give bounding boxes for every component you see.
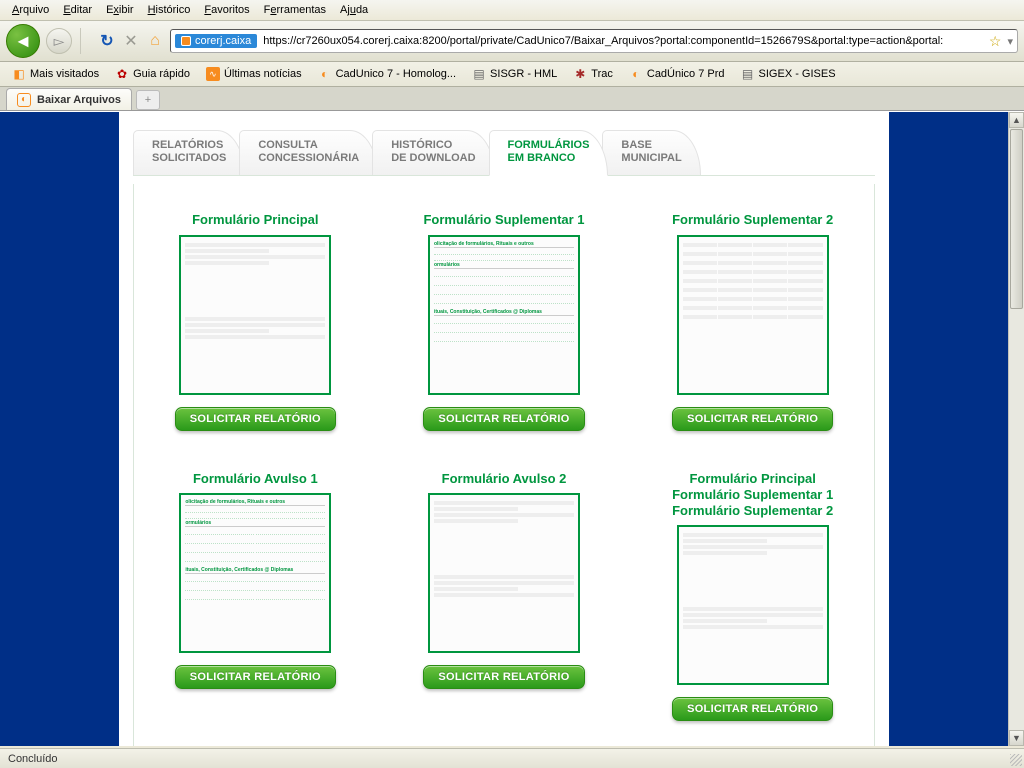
tab-formularios-em-branco[interactable]: FORMULÁRIOSEM BRANCO [489, 130, 609, 176]
menu-historico[interactable]: Histórico [142, 2, 197, 18]
vertical-scrollbar[interactable]: ▲ ▼ [1008, 112, 1024, 746]
card-title: Formulário Suplementar 2 [643, 212, 862, 228]
tab-favicon-icon: ◐ [17, 93, 31, 107]
card-title: Formulário Principal Formulário Suplemen… [643, 471, 862, 520]
card-title: Formulário Suplementar 1 [395, 212, 614, 228]
tab-base-municipal[interactable]: BASEMUNICIPAL [602, 130, 700, 175]
page-viewport: RELATÓRIOSSOLICITADOS CONSULTACONCESSION… [0, 111, 1024, 746]
stop-button[interactable]: ✕ [122, 32, 140, 50]
status-text: Concluído [8, 753, 58, 765]
bookmark-sisgr[interactable]: ▤SISGR - HML [466, 65, 563, 83]
bookmark-cadunico-prd[interactable]: ◐CadÚnico 7 Prd [623, 65, 731, 83]
bookmark-sigex[interactable]: ▤SIGEX - GISES [735, 65, 842, 83]
solicitar-relatorio-button[interactable]: SOLICITAR RELATÓRIO [175, 407, 336, 431]
card-formulario-avulso-1: Formulário Avulso 1 olicitação de formul… [146, 471, 365, 722]
menu-arquivo[interactable]: AArquivorquivo [6, 2, 55, 18]
address-bar[interactable]: corerj.caixa ☆ ▾ [170, 29, 1018, 53]
menu-favoritos[interactable]: Favoritos [198, 2, 255, 18]
browser-menubar: AArquivorquivo Editar Exibir Histórico F… [0, 0, 1024, 21]
tab-title: Baixar Arquivos [37, 94, 121, 106]
menu-ajuda[interactable]: Ajuda [334, 2, 374, 18]
scroll-up-button[interactable]: ▲ [1009, 112, 1024, 128]
bookmark-ultimas-noticias[interactable]: ∿Últimas notícias [200, 65, 308, 83]
page-content: RELATÓRIOSSOLICITADOS CONSULTACONCESSION… [119, 112, 889, 746]
scroll-down-button[interactable]: ▼ [1009, 730, 1024, 746]
solicitar-relatorio-button[interactable]: SOLICITAR RELATÓRIO [175, 665, 336, 689]
card-formulario-principal: Formulário Principal SOLICITAR RELATÓRIO [146, 212, 365, 430]
tab-consulta-concessionaria[interactable]: CONSULTACONCESSIONÁRIA [239, 130, 378, 175]
reload-button[interactable]: ↻ [98, 32, 116, 50]
new-tab-button[interactable]: + [136, 90, 160, 110]
card-formulario-avulso-2: Formulário Avulso 2 SOLICITAR RELATÓRIO [395, 471, 614, 722]
forms-area: Formulário Principal SOLICITAR RELATÓRIO… [133, 184, 875, 746]
tab-historico-download[interactable]: HISTÓRICODE DOWNLOAD [372, 130, 494, 175]
home-button[interactable]: ⌂ [146, 32, 164, 50]
solicitar-relatorio-button[interactable]: SOLICITAR RELATÓRIO [672, 407, 833, 431]
bookmark-star-icon[interactable]: ☆ [989, 33, 1002, 50]
solicitar-relatorio-button[interactable]: SOLICITAR RELATÓRIO [423, 665, 584, 689]
scroll-thumb[interactable] [1010, 129, 1023, 309]
form-thumbnail [677, 525, 829, 685]
card-title: Formulário Avulso 2 [395, 471, 614, 487]
form-thumbnail [677, 235, 829, 395]
form-thumbnail: olicitação de formulários, Rituais e out… [179, 493, 331, 653]
bookmark-guia-rapido[interactable]: ✿Guia rápido [109, 65, 196, 83]
card-title: Formulário Avulso 1 [146, 471, 365, 487]
solicitar-relatorio-button[interactable]: SOLICITAR RELATÓRIO [423, 407, 584, 431]
bookmark-mais-visitados[interactable]: ◧Mais visitados [6, 65, 105, 83]
tab-relatorios-solicitados[interactable]: RELATÓRIOSSOLICITADOS [133, 130, 245, 175]
page-background: RELATÓRIOSSOLICITADOS CONSULTACONCESSION… [0, 112, 1008, 746]
browser-navbar: ◄ ▻ ↻ ✕ ⌂ corerj.caixa ☆ ▾ [0, 21, 1024, 62]
solicitar-relatorio-button[interactable]: SOLICITAR RELATÓRIO [672, 697, 833, 721]
menu-editar[interactable]: Editar [57, 2, 98, 18]
url-input[interactable] [263, 35, 983, 47]
forward-button[interactable]: ▻ [46, 28, 72, 54]
menu-ferramentas[interactable]: Ferramentas [258, 2, 332, 18]
content-tabs: RELATÓRIOSSOLICITADOS CONSULTACONCESSION… [133, 130, 875, 176]
site-identity-chip[interactable]: corerj.caixa [175, 34, 257, 48]
card-formulario-suplementar-2: Formulário Suplementar 2 [643, 212, 862, 430]
tab-baixar-arquivos[interactable]: ◐ Baixar Arquivos [6, 88, 132, 110]
card-formulario-combo: Formulário Principal Formulário Suplemen… [643, 471, 862, 722]
form-thumbnail [428, 493, 580, 653]
browser-statusbar: Concluído [0, 748, 1024, 768]
bookmarks-toolbar: ◧Mais visitados ✿Guia rápido ∿Últimas no… [0, 62, 1024, 87]
form-thumbnail: olicitação de formulários, Rituais e out… [428, 235, 580, 395]
bookmark-trac[interactable]: ✱Trac [567, 65, 619, 83]
bookmark-cadunico-homolog[interactable]: ◐CadUnico 7 - Homolog... [312, 65, 462, 83]
card-title: Formulário Principal [146, 212, 365, 228]
browser-tabstrip: ◐ Baixar Arquivos + [0, 87, 1024, 111]
back-button[interactable]: ◄ [6, 24, 40, 58]
menu-exibir[interactable]: Exibir [100, 2, 140, 18]
url-dropdown-icon[interactable]: ▾ [1007, 35, 1013, 48]
card-formulario-suplementar-1: Formulário Suplementar 1 olicitação de f… [395, 212, 614, 430]
form-thumbnail [179, 235, 331, 395]
